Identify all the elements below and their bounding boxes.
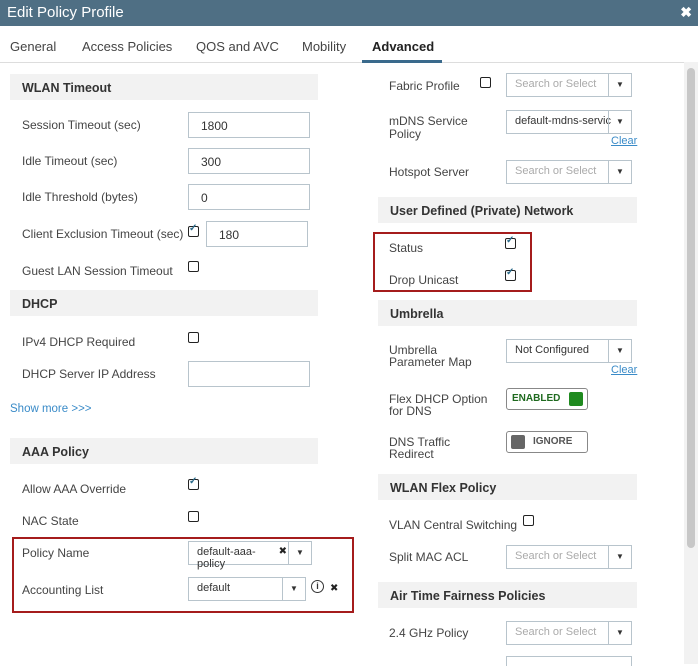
guest-lan-label: Guest LAN Session Timeout [22, 264, 173, 278]
chevron-down-icon[interactable]: ▼ [608, 340, 631, 362]
umbrella-param-map-label: Umbrella Parameter Map [389, 343, 472, 369]
accounting-list-select[interactable]: default ▼ [188, 577, 306, 601]
client-exclusion-label: Client Exclusion Timeout (sec) [22, 227, 184, 241]
section-aaa-policy: AAA Policy [10, 438, 318, 464]
section-wlan-flex-policy: WLAN Flex Policy [378, 474, 637, 500]
chevron-down-icon[interactable]: ▼ [608, 161, 631, 183]
tab-access-policies[interactable]: Access Policies [82, 39, 172, 54]
toggle-knob [511, 435, 525, 449]
flex-dhcp-toggle[interactable]: ENABLED [506, 388, 588, 410]
section-user-defined-network: User Defined (Private) Network [378, 197, 637, 223]
policy-name-label: Policy Name [22, 546, 90, 560]
session-timeout-label: Session Timeout (sec) [22, 118, 141, 132]
chevron-down-icon[interactable]: ▼ [608, 111, 631, 133]
clear-policy-icon[interactable]: ✖ [279, 546, 287, 557]
split-mac-acl-select[interactable]: Search or Select ▼ [506, 545, 632, 569]
session-timeout-input[interactable]: 1800 [188, 112, 310, 138]
mdns-policy-label: mDNS Service Policy [389, 114, 468, 141]
scrollbar[interactable] [684, 62, 698, 664]
vlan-central-switching-checkbox[interactable] [523, 515, 534, 526]
hotspot-server-select[interactable]: Search or Select ▼ [506, 160, 632, 184]
idle-threshold-label: Idle Threshold (bytes) [22, 190, 138, 204]
chevron-down-icon[interactable]: ▼ [608, 622, 631, 644]
umbrella-param-map-select[interactable]: Not Configured ▼ [506, 339, 632, 363]
idle-timeout-label: Idle Timeout (sec) [22, 154, 118, 168]
tab-bar: General Access Policies QOS and AVC Mobi… [0, 26, 698, 63]
fabric-profile-checkbox[interactable] [480, 77, 491, 88]
accounting-list-label: Accounting List [22, 583, 104, 597]
idle-timeout-input[interactable]: 300 [188, 148, 310, 174]
dialog-title: Edit Policy Profile [7, 4, 124, 21]
section-air-time-fairness: Air Time Fairness Policies [378, 582, 637, 608]
nac-state-label: NAC State [22, 514, 79, 528]
hotspot-server-label: Hotspot Server [389, 165, 470, 179]
flex-dhcp-state: ENABLED [512, 393, 561, 404]
drop-unicast-checkbox[interactable] [505, 267, 516, 281]
nac-state-checkbox[interactable] [188, 511, 199, 522]
tab-general[interactable]: General [10, 39, 56, 54]
dialog-titlebar: Edit Policy Profile ✖ [0, 0, 698, 26]
dns-redirect-state: IGNORE [533, 436, 573, 447]
mdns-policy-value: default-mdns-servic [515, 115, 611, 127]
ipv4-dhcp-checkbox[interactable] [188, 332, 199, 343]
dhcp-server-ip-label: DHCP Server IP Address [22, 367, 156, 381]
chevron-down-icon[interactable]: ▼ [282, 578, 305, 600]
flex-dhcp-label: Flex DHCP Option for DNS [389, 392, 488, 418]
ghz24-policy-select[interactable]: Search or Select ▼ [506, 621, 632, 645]
split-mac-acl-placeholder: Search or Select [515, 550, 597, 562]
close-icon[interactable]: ✖ [680, 4, 692, 21]
toggle-knob [569, 392, 583, 406]
ipv4-dhcp-label: IPv4 DHCP Required [22, 335, 136, 349]
mdns-policy-select[interactable]: default-mdns-servic ▼ [506, 110, 632, 134]
mdns-clear-link[interactable]: Clear [611, 135, 637, 147]
section-dhcp: DHCP [10, 290, 318, 316]
umbrella-clear-link[interactable]: Clear [611, 364, 637, 376]
guest-lan-checkbox[interactable] [188, 261, 199, 272]
client-exclusion-checkbox[interactable] [188, 223, 199, 237]
split-mac-acl-label: Split MAC ACL [389, 550, 469, 564]
umbrella-param-map-value: Not Configured [515, 344, 589, 356]
udn-status-checkbox[interactable] [505, 235, 516, 249]
fabric-profile-select[interactable]: Search or Select ▼ [506, 73, 632, 97]
vlan-central-switching-label: VLAN Central Switching [389, 518, 518, 532]
show-more-link[interactable]: Show more >>> [10, 403, 92, 415]
section-umbrella: Umbrella [378, 300, 637, 326]
chevron-down-icon[interactable]: ▼ [608, 74, 631, 96]
accounting-list-value: default [197, 582, 231, 594]
dns-redirect-toggle[interactable]: IGNORE [506, 431, 588, 453]
ghz24-policy-placeholder: Search or Select [515, 626, 597, 638]
allow-aaa-override-label: Allow AAA Override [22, 482, 127, 496]
client-exclusion-input[interactable]: 180 [206, 221, 308, 247]
policy-name-select[interactable]: default-aaa-policy ✖ ▼ [188, 541, 312, 570]
idle-threshold-input[interactable]: 0 [188, 184, 310, 210]
dhcp-server-ip-input[interactable] [188, 361, 310, 387]
ghz24-policy-label: 2.4 GHz Policy [389, 626, 469, 640]
fabric-profile-label: Fabric Profile [389, 79, 460, 93]
section-wlan-timeout: WLAN Timeout [10, 74, 318, 100]
udn-status-label: Status [389, 241, 424, 255]
tab-qos-avc[interactable]: QOS and AVC [196, 39, 279, 54]
tab-mobility[interactable]: Mobility [302, 39, 346, 54]
chevron-down-icon[interactable]: ▼ [288, 542, 311, 564]
tab-advanced[interactable]: Advanced [372, 39, 434, 54]
next-select-partial[interactable] [506, 656, 632, 666]
scrollbar-thumb[interactable] [687, 68, 695, 548]
allow-aaa-override-checkbox[interactable] [188, 476, 199, 490]
drop-unicast-label: Drop Unicast [389, 273, 459, 287]
active-tab-indicator [362, 60, 442, 63]
clear-accounting-icon[interactable]: ✖ [330, 583, 338, 594]
chevron-down-icon[interactable]: ▼ [608, 546, 631, 568]
info-icon[interactable]: i [311, 580, 324, 593]
dns-redirect-label: DNS Traffic Redirect [389, 435, 451, 461]
hotspot-server-placeholder: Search or Select [515, 165, 597, 177]
fabric-profile-placeholder: Search or Select [515, 78, 597, 90]
